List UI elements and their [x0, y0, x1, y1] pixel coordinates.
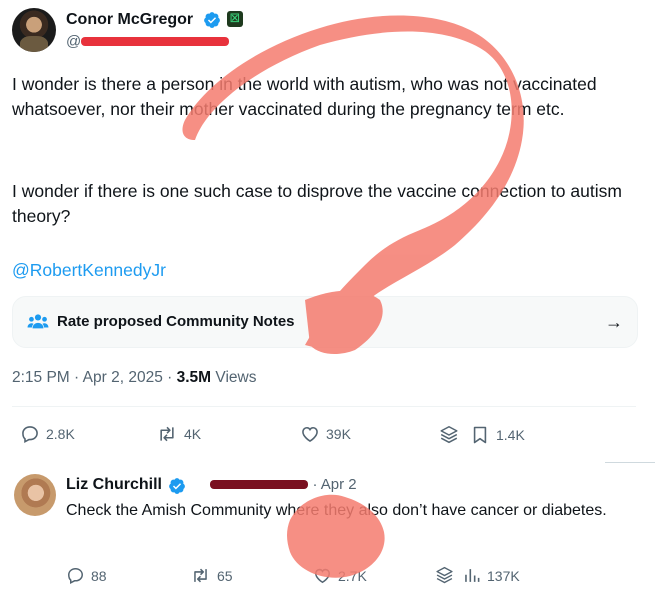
verified-badge-icon: [169, 478, 185, 494]
reply-views-count: 137K: [487, 567, 520, 584]
repost-icon: [194, 568, 207, 583]
main-tweet: Conor McGregor ⊠ @ I wonder is there a p…: [0, 0, 655, 452]
reply-count: 2.8K: [46, 426, 75, 442]
like-count: 39K: [326, 426, 351, 442]
tweet-metadata: 2:15 PM · Apr 2, 2025 · 3.5M Views: [12, 368, 256, 388]
views-count: 3.5M: [176, 369, 212, 386]
reply-views-button[interactable]: 137K: [462, 566, 520, 585]
views-icon: [465, 569, 480, 582]
reply-icon: [68, 568, 83, 585]
reply-repost-count: 65: [217, 567, 233, 584]
like-icon: [315, 568, 330, 584]
reply-button[interactable]: 2.8K: [20, 424, 75, 444]
handle-at-sign: @: [66, 33, 82, 50]
reply-repost-button[interactable]: 65: [190, 566, 233, 585]
arrow-right-icon: →: [605, 312, 623, 332]
repost-icon: [160, 426, 174, 442]
repost-button[interactable]: 4K: [156, 424, 201, 444]
like-icon: [302, 426, 318, 443]
reply-separator: ·: [312, 476, 321, 493]
mention-link[interactable]: @RobertKennedyJr: [12, 258, 166, 283]
tweet-text-paragraph-1: I wonder is there a person in the world …: [12, 74, 597, 119]
meta-separator: ·: [74, 369, 83, 386]
reply-like-count: 2.7K: [338, 567, 367, 584]
like-button[interactable]: 39K: [300, 424, 351, 444]
tweet-text-paragraph-2: I wonder if there is one such case to di…: [12, 181, 622, 226]
handle-redaction: [81, 37, 230, 47]
community-notes-icon: [27, 314, 49, 329]
grok-icon: [440, 426, 458, 444]
author-handle[interactable]: @: [66, 33, 230, 51]
meta-separator: ·: [167, 369, 177, 386]
community-notes-label: Rate proposed Community Notes: [57, 313, 295, 330]
divider: [12, 406, 636, 407]
reply-author-handle[interactable]: · Apr 2: [210, 476, 357, 494]
author-avatar[interactable]: [12, 8, 56, 52]
grok-button[interactable]: [438, 424, 460, 446]
community-notes-button[interactable]: Rate proposed Community Notes →: [12, 296, 638, 348]
reply-text: Check the Amish Community where they als…: [66, 502, 607, 519]
reply-date[interactable]: Apr 2: [321, 476, 357, 493]
flag-emoji-icon: ⊠: [227, 11, 243, 27]
tweet-date[interactable]: Apr 2, 2025: [83, 369, 163, 386]
grok-icon: [436, 566, 453, 584]
repost-count: 4K: [184, 426, 202, 442]
reply-reply-button[interactable]: 88: [66, 566, 107, 585]
reply-grok-button[interactable]: [434, 565, 455, 586]
reply-icon: [22, 426, 38, 443]
views-label: Views: [215, 369, 257, 386]
bookmark-icon: [473, 426, 487, 444]
reply-reply-count: 88: [91, 567, 107, 584]
bookmark-count: 1.4K: [496, 427, 525, 443]
reply-handle-redaction: [210, 480, 308, 490]
reply-like-button[interactable]: 2.7K: [313, 566, 367, 585]
verified-badge-icon: [204, 12, 220, 28]
bookmark-button[interactable]: 1.4K: [470, 424, 525, 446]
reply-author-avatar[interactable]: [14, 474, 56, 516]
reply-author-name[interactable]: Liz Churchill: [66, 475, 162, 495]
author-name[interactable]: Conor McGregor: [66, 10, 193, 30]
tweet-time[interactable]: 2:15 PM: [12, 369, 70, 386]
